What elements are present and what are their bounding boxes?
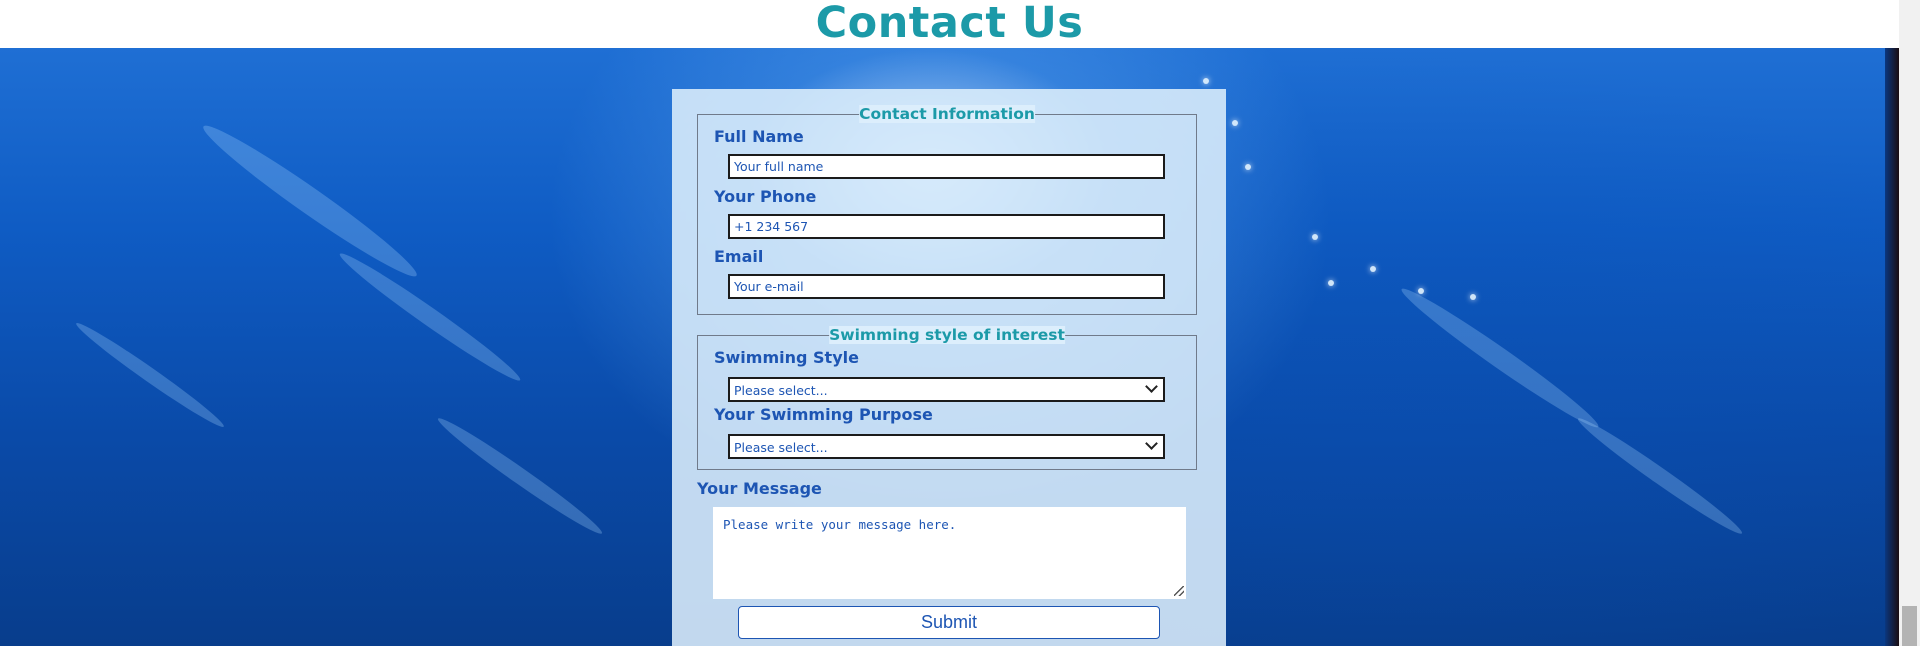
contact-form: Contact Information Full Name Your Phone…	[672, 89, 1226, 646]
swimming-style-selected: Please select...	[734, 383, 828, 398]
contact-information-fieldset: Contact Information Full Name Your Phone…	[697, 105, 1197, 315]
light-streak	[433, 412, 607, 540]
light-streak	[334, 246, 526, 388]
swimming-style-label: Swimming Style	[714, 348, 859, 367]
light-streak	[196, 115, 424, 287]
resize-grip-icon[interactable]	[1174, 586, 1184, 596]
bubble	[1245, 164, 1251, 170]
bubble	[1203, 78, 1209, 84]
message-label: Your Message	[697, 479, 822, 498]
swimming-style-select[interactable]: Please select...	[728, 377, 1165, 402]
bubble	[1328, 280, 1334, 286]
light-streak	[1573, 412, 1747, 540]
message-textarea[interactable]	[713, 507, 1186, 599]
light-streak	[72, 317, 228, 433]
phone-input[interactable]	[728, 214, 1165, 239]
swimming-style-legend: Swimming style of interest	[829, 326, 1065, 344]
light-streak	[1395, 280, 1605, 436]
page-title: Contact Us	[815, 0, 1084, 48]
background-edge	[1885, 48, 1899, 646]
bubble	[1312, 234, 1318, 240]
bubble	[1232, 120, 1238, 126]
full-name-input[interactable]	[728, 154, 1165, 179]
swimming-purpose-label: Your Swimming Purpose	[714, 405, 933, 424]
contact-information-legend: Contact Information	[859, 105, 1035, 123]
phone-label: Your Phone	[714, 187, 817, 206]
page-scrollbar[interactable]	[1899, 0, 1920, 646]
swimming-style-fieldset: Swimming style of interest Swimming Styl…	[697, 326, 1197, 470]
full-name-label: Full Name	[714, 127, 804, 146]
bubble	[1470, 294, 1476, 300]
scrollbar-thumb[interactable]	[1902, 606, 1917, 646]
chevron-down-icon	[1145, 437, 1158, 450]
email-label: Email	[714, 247, 764, 266]
email-input[interactable]	[728, 274, 1165, 299]
bubble	[1418, 288, 1424, 294]
submit-button[interactable]: Submit	[738, 606, 1160, 639]
chevron-down-icon	[1145, 380, 1158, 393]
page-header: Contact Us	[0, 0, 1899, 48]
swimming-purpose-select[interactable]: Please select...	[728, 434, 1165, 459]
bubble	[1370, 266, 1376, 272]
swimming-purpose-selected: Please select...	[734, 440, 828, 455]
